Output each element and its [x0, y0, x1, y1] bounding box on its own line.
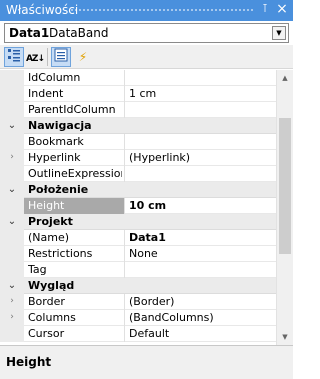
row-gutter	[0, 246, 24, 262]
panel-title: Właściwości	[6, 3, 79, 17]
property-name: IdColumn	[28, 71, 81, 84]
property-name: OutlineExpression	[28, 167, 122, 180]
column-splitter[interactable]	[124, 102, 125, 118]
scroll-up-icon[interactable]: ▲	[277, 70, 293, 86]
column-splitter[interactable]	[124, 246, 125, 262]
property-value[interactable]: (BandColumns)	[129, 311, 274, 324]
column-splitter[interactable]	[124, 150, 125, 166]
property-row[interactable]: Cursor Default	[0, 326, 276, 342]
property-row[interactable]: › Hyperlink (Hyperlink)	[0, 150, 276, 166]
panel-titlebar: Właściwości ⊺ ×	[0, 0, 293, 21]
property-value[interactable]: (Hyperlink)	[129, 151, 274, 164]
row-gutter	[0, 262, 24, 278]
property-name: Cursor	[28, 327, 65, 340]
column-splitter[interactable]	[124, 310, 125, 326]
property-value[interactable]: Data1	[129, 231, 274, 244]
column-splitter[interactable]	[124, 166, 125, 182]
property-value[interactable]: Default	[129, 327, 274, 340]
property-value[interactable]: 1 cm	[129, 87, 274, 100]
property-name: (Name)	[28, 231, 70, 244]
close-icon[interactable]: ×	[275, 1, 289, 17]
category-row[interactable]: ⌄ Projekt	[0, 214, 276, 230]
collapse-chevron-icon[interactable]: ⌄	[0, 214, 24, 230]
object-name: Data1	[9, 26, 50, 40]
property-row[interactable]: ParentIdColumn	[0, 102, 276, 118]
row-gutter	[0, 134, 24, 150]
property-row[interactable]: › Border (Border)	[0, 294, 276, 310]
property-value[interactable]: None	[129, 247, 274, 260]
row-gutter	[0, 198, 24, 214]
property-toolbar: AZ↓ ⚡	[0, 45, 293, 69]
property-row[interactable]: Height 10 cm	[0, 198, 276, 214]
categorized-icon[interactable]	[4, 47, 24, 67]
category-row[interactable]: ⌄ Nawigacja	[0, 118, 276, 134]
property-name: Indent	[28, 87, 64, 100]
object-selector[interactable]: Data1 DataBand ▼	[4, 23, 289, 43]
property-grid: IdColumn Indent 1 cm ParentIdColumn ⌄ Nawigac…	[0, 70, 276, 345]
property-value[interactable]: 10 cm	[129, 199, 274, 212]
property-row[interactable]: Restrictions None	[0, 246, 276, 262]
row-gutter	[0, 166, 24, 182]
row-gutter	[0, 70, 24, 86]
category-label: Projekt	[28, 215, 73, 228]
collapse-chevron-icon[interactable]: ⌄	[0, 278, 24, 294]
collapse-chevron-icon[interactable]: ⌄	[0, 118, 24, 134]
property-value[interactable]: (Border)	[129, 295, 274, 308]
column-splitter[interactable]	[124, 262, 125, 278]
collapse-chevron-icon[interactable]: ⌄	[0, 182, 24, 198]
property-name: Bookmark	[28, 135, 84, 148]
vertical-scrollbar[interactable]: ▲ ▼	[276, 70, 293, 345]
column-splitter[interactable]	[124, 134, 125, 150]
category-row[interactable]: ⌄ Wygląd	[0, 278, 276, 294]
column-splitter[interactable]	[124, 198, 125, 214]
scroll-down-icon[interactable]: ▼	[277, 329, 293, 345]
property-row[interactable]: (Name) Data1	[0, 230, 276, 246]
row-gutter	[0, 86, 24, 102]
titlebar-grip	[70, 8, 253, 13]
sort-az-icon[interactable]: AZ↓	[25, 47, 45, 67]
property-name: Hyperlink	[28, 151, 81, 164]
chevron-down-icon[interactable]: ▼	[272, 26, 286, 40]
category-row[interactable]: ⌄ Położenie	[0, 182, 276, 198]
property-name: Restrictions	[28, 247, 93, 260]
column-splitter[interactable]	[124, 294, 125, 310]
property-row[interactable]: Bookmark	[0, 134, 276, 150]
property-name: Height	[28, 199, 65, 212]
column-splitter[interactable]	[124, 86, 125, 102]
column-splitter[interactable]	[124, 326, 125, 342]
column-splitter[interactable]	[124, 230, 125, 246]
property-row[interactable]: › Columns (BandColumns)	[0, 310, 276, 326]
column-splitter[interactable]	[124, 70, 125, 86]
help-panel: Height	[0, 345, 293, 379]
object-type: DataBand	[49, 26, 109, 40]
pin-icon[interactable]: ⊺	[258, 2, 272, 18]
row-gutter	[0, 230, 24, 246]
scrollbar-thumb[interactable]	[279, 118, 291, 254]
property-row[interactable]: Tag	[0, 262, 276, 278]
toolbar-separator	[47, 48, 48, 66]
lightning-icon[interactable]: ⚡	[73, 47, 93, 67]
property-row[interactable]: IdColumn	[0, 70, 276, 86]
properties-icon[interactable]	[51, 47, 71, 67]
expand-chevron-icon[interactable]: ›	[0, 150, 24, 166]
help-title: Height	[6, 355, 52, 369]
category-label: Położenie	[28, 183, 89, 196]
expand-chevron-icon[interactable]: ›	[0, 294, 24, 310]
category-label: Nawigacja	[28, 119, 92, 132]
row-gutter	[0, 326, 24, 342]
category-label: Wygląd	[28, 279, 75, 292]
row-gutter	[0, 102, 24, 118]
property-name: Tag	[28, 263, 47, 276]
expand-chevron-icon[interactable]: ›	[0, 310, 24, 326]
property-row[interactable]: OutlineExpression	[0, 166, 276, 182]
property-row[interactable]: Indent 1 cm	[0, 86, 276, 102]
property-name: ParentIdColumn	[28, 103, 116, 116]
property-name: Border	[28, 295, 65, 308]
property-name: Columns	[28, 311, 76, 324]
